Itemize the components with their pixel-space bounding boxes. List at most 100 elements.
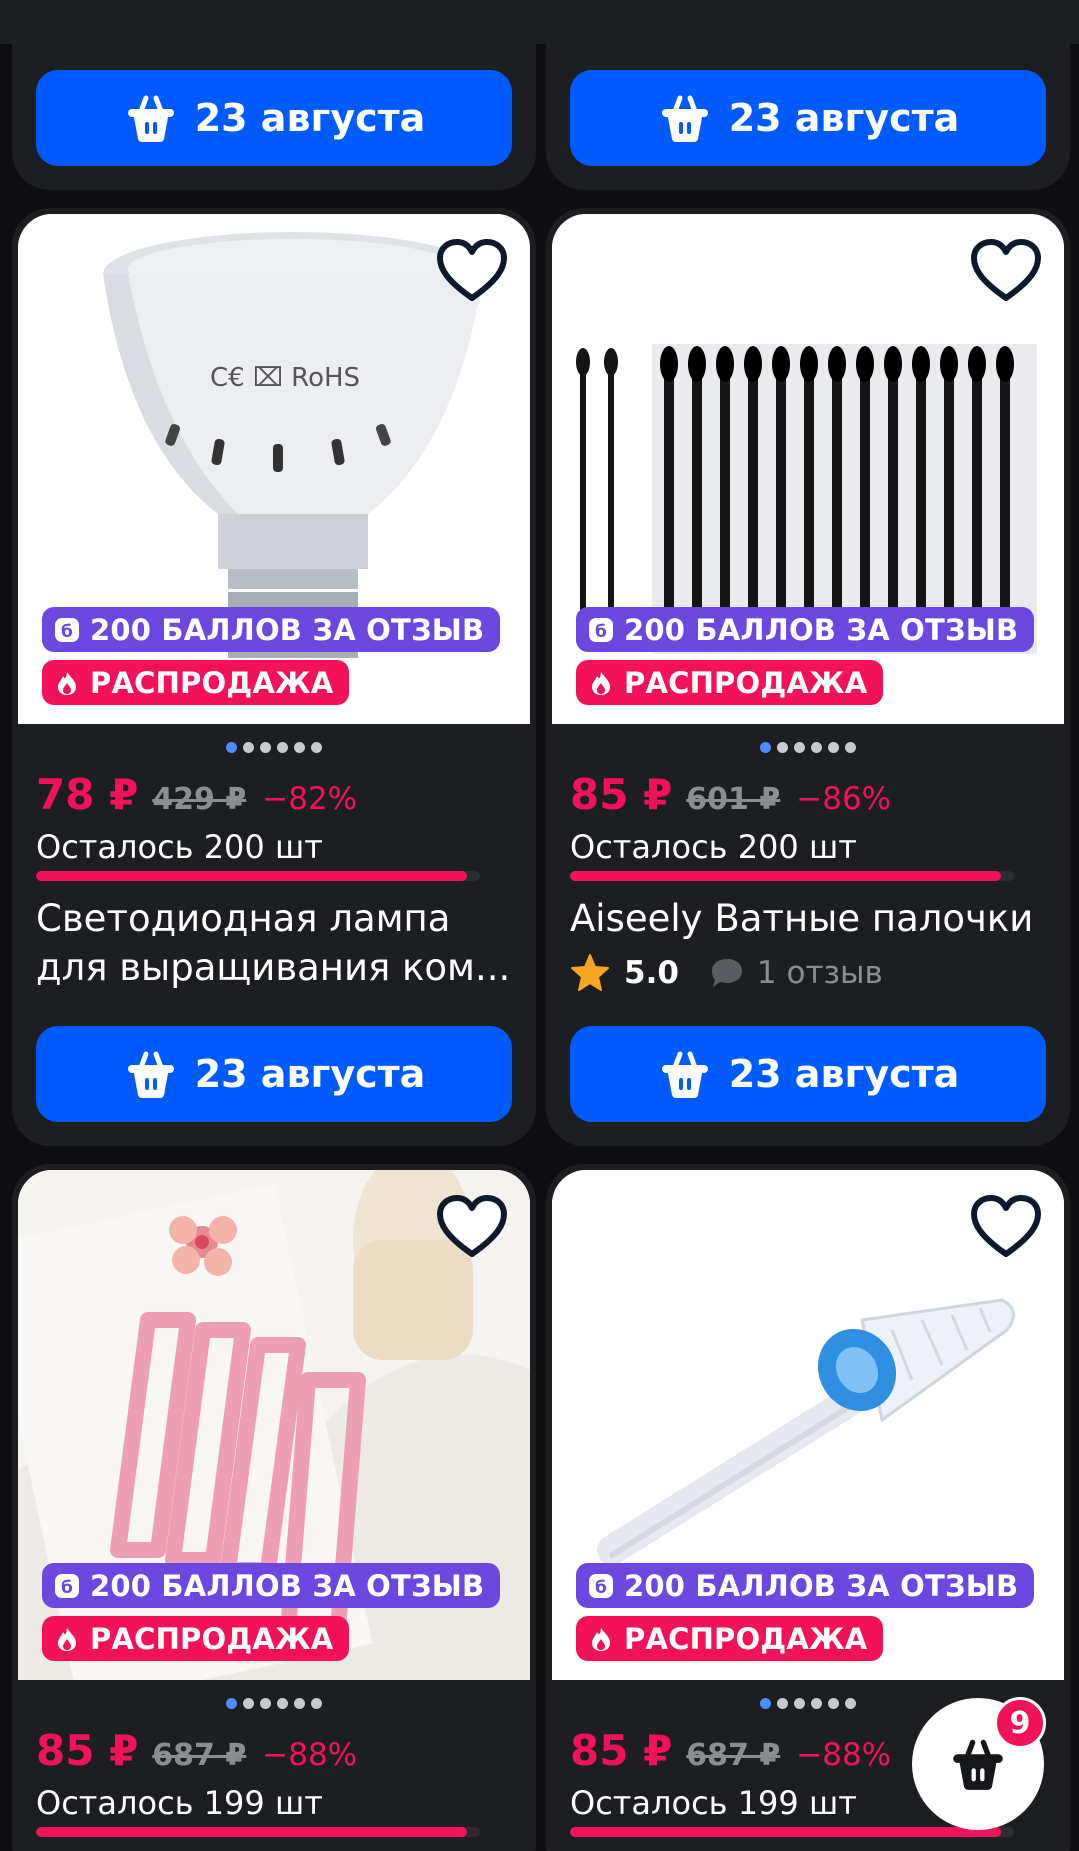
- carousel-dot: [811, 1698, 822, 1709]
- points-badge: б 200 БАЛЛОВ ЗА ОТЗЫВ: [576, 607, 1035, 652]
- heart-icon[interactable]: [436, 1194, 508, 1260]
- stock-progress-bar: [570, 871, 1014, 881]
- carousel-dot: [794, 742, 805, 753]
- carousel-dot: [294, 742, 305, 753]
- points-b-icon: б: [589, 617, 613, 642]
- sale-badge-label: РАСПРОДАЖА: [624, 665, 868, 700]
- sale-badge-label: РАСПРОДАЖА: [90, 665, 334, 700]
- carousel-dot: [760, 1698, 771, 1709]
- star-icon: [571, 954, 609, 991]
- carousel-dot: [243, 1698, 254, 1709]
- carousel-dot: [226, 1698, 237, 1709]
- carousel-dot: [294, 1698, 305, 1709]
- points-badge: б 200 БАЛЛОВ ЗА ОТЗЫВ: [576, 1563, 1035, 1608]
- rating-row: 5.0 1 отзыв: [570, 953, 883, 993]
- basket-icon: [661, 1051, 708, 1098]
- old-price: 687 ₽: [152, 1738, 247, 1773]
- carousel-dot: [828, 1698, 839, 1709]
- delivery-date-label: 23 августа: [728, 1052, 960, 1096]
- image-carousel-dots: [546, 742, 1070, 753]
- current-price: 85 ₽: [36, 1726, 139, 1775]
- carousel-dot: [260, 1698, 271, 1709]
- carousel-dot: [277, 742, 288, 753]
- stock-progress-bar: [36, 1827, 480, 1837]
- points-b-icon: б: [589, 1573, 613, 1598]
- price-row: 85 ₽ 601 ₽ −86%: [570, 770, 891, 819]
- fire-icon: [58, 1627, 76, 1651]
- heart-icon[interactable]: [970, 1194, 1042, 1260]
- carousel-dot: [794, 1698, 805, 1709]
- carousel-dot: [277, 1698, 288, 1709]
- heart-icon[interactable]: [970, 238, 1042, 304]
- delivery-date-button[interactable]: 23 августа: [36, 70, 512, 166]
- product-image[interactable]: б 200 БАЛЛОВ ЗА ОТЗЫВ РАСПРОДАЖА: [18, 1170, 530, 1680]
- product-title[interactable]: Aiseely Ватные палочки: [570, 894, 1050, 943]
- sale-badge-label: РАСПРОДАЖА: [90, 1621, 334, 1656]
- points-badge-label: 200 БАЛЛОВ ЗА ОТЗЫВ: [90, 612, 485, 647]
- basket-icon: [661, 95, 708, 142]
- carousel-dot: [226, 742, 237, 753]
- svg-text:б: б: [61, 622, 73, 642]
- old-price: 429 ₽: [152, 782, 247, 817]
- points-badge: б 200 БАЛЛОВ ЗА ОТЗЫВ: [42, 607, 501, 652]
- sale-badge-label: РАСПРОДАЖА: [624, 1621, 868, 1656]
- product-card[interactable]: б 200 БАЛЛОВ ЗА ОТЗЫВ РАСПРОДАЖА 85 ₽ 68…: [12, 1164, 536, 1851]
- carousel-dot: [777, 742, 788, 753]
- product-image[interactable]: б 200 БАЛЛОВ ЗА ОТЗЫВ РАСПРОДАЖА: [552, 214, 1064, 724]
- current-price: 85 ₽: [570, 770, 673, 819]
- product-card[interactable]: C€ ⌧ RoHS б 200 БАЛЛОВ ЗА ОТЗЫВ РАСПРОДА…: [12, 208, 536, 1146]
- stock-remaining: Осталось 200 шт: [570, 828, 857, 866]
- svg-text:C€ ⌧ RoHS: C€ ⌧ RoHS: [210, 363, 360, 393]
- product-title[interactable]: Светодиодная лампа для выращивания ком..…: [36, 894, 516, 992]
- carousel-dot: [311, 1698, 322, 1709]
- reviews-count[interactable]: 1 отзыв: [757, 955, 883, 991]
- product-card[interactable]: б 200 БАЛЛОВ ЗА ОТЗЫВ РАСПРОДАЖА 85 ₽ 60…: [546, 208, 1070, 1146]
- stock-progress-bar: [36, 871, 480, 881]
- product-badges: б 200 БАЛЛОВ ЗА ОТЗЫВ РАСПРОДАЖА: [42, 1563, 501, 1661]
- carousel-dot: [845, 742, 856, 753]
- fire-icon: [592, 671, 610, 695]
- svg-text:б: б: [595, 1578, 607, 1598]
- sale-badge: РАСПРОДАЖА: [42, 660, 350, 705]
- delivery-date-button[interactable]: 23 августа: [570, 1026, 1046, 1122]
- carousel-dot: [828, 742, 839, 753]
- product-badges: б 200 БАЛЛОВ ЗА ОТЗЫВ РАСПРОДАЖА: [42, 607, 501, 705]
- stock-progress-fill: [36, 871, 467, 881]
- delivery-date-label: 23 августа: [194, 96, 426, 140]
- carousel-dot: [243, 742, 254, 753]
- carousel-dot: [311, 742, 322, 753]
- heart-icon[interactable]: [436, 238, 508, 304]
- carousel-dot: [777, 1698, 788, 1709]
- carousel-dot: [260, 742, 271, 753]
- svg-text:б: б: [595, 622, 607, 642]
- delivery-date-button[interactable]: 23 августа: [36, 1026, 512, 1122]
- old-price: 687 ₽: [686, 1738, 781, 1773]
- product-card-partial[interactable]: 23 августа: [546, 0, 1070, 190]
- points-b-icon: б: [55, 1573, 79, 1598]
- current-price: 78 ₽: [36, 770, 139, 819]
- stock-progress-fill: [36, 1827, 467, 1837]
- product-card-partial[interactable]: 23 августа: [12, 0, 536, 190]
- svg-text:б: б: [61, 1578, 73, 1598]
- fire-icon: [58, 671, 76, 695]
- product-image[interactable]: C€ ⌧ RoHS б 200 БАЛЛОВ ЗА ОТЗЫВ РАСПРОДА…: [18, 214, 530, 724]
- image-carousel-dots: [12, 742, 536, 753]
- points-badge-label: 200 БАЛЛОВ ЗА ОТЗЫВ: [624, 1568, 1019, 1603]
- current-price: 85 ₽: [570, 1726, 673, 1775]
- discount-percent: −86%: [796, 781, 892, 817]
- discount-percent: −88%: [262, 1737, 358, 1773]
- product-image[interactable]: б 200 БАЛЛОВ ЗА ОТЗЫВ РАСПРОДАЖА: [552, 1170, 1064, 1680]
- stock-remaining: Осталось 199 шт: [570, 1784, 857, 1822]
- basket-icon: [127, 95, 174, 142]
- stock-progress-fill: [570, 1827, 1001, 1837]
- comment-icon: [711, 959, 742, 987]
- carousel-dot: [811, 742, 822, 753]
- delivery-date-button[interactable]: 23 августа: [570, 70, 1046, 166]
- carousel-dot: [845, 1698, 856, 1709]
- fire-icon: [592, 1627, 610, 1651]
- price-row: 85 ₽ 687 ₽ −88%: [36, 1726, 357, 1775]
- sale-badge: РАСПРОДАЖА: [42, 1616, 350, 1661]
- stock-progress-fill: [570, 871, 1001, 881]
- sale-badge: РАСПРОДАЖА: [576, 1616, 884, 1661]
- carousel-dot: [760, 742, 771, 753]
